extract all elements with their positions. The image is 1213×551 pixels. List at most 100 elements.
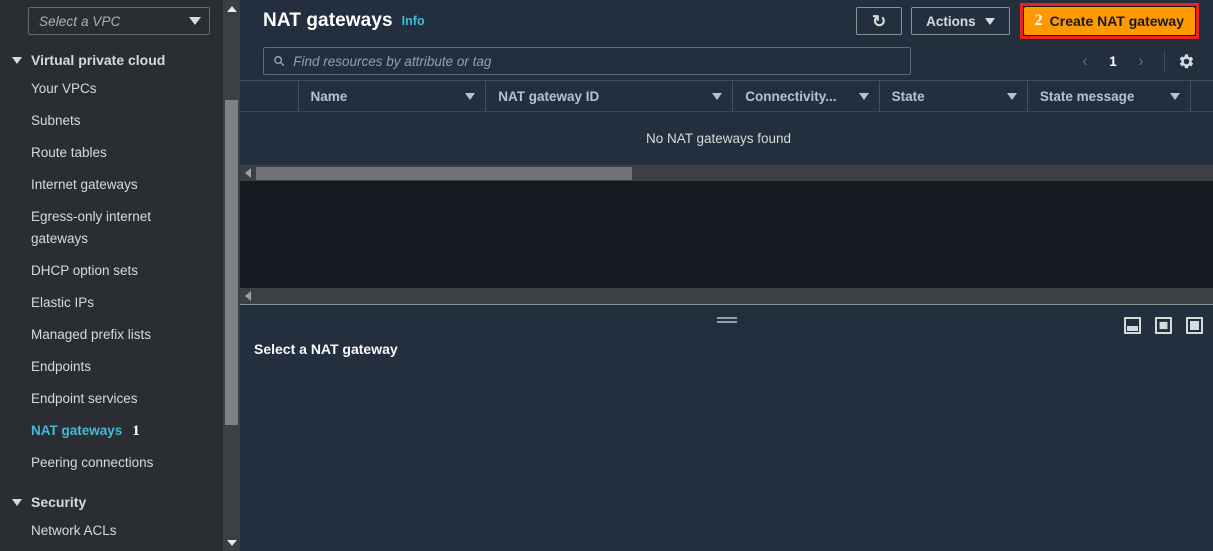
sidebar-item-label: Managed prefix lists: [31, 327, 152, 342]
sidebar-item-subnets[interactable]: Subnets: [0, 105, 205, 137]
sidebar-item-label: Endpoints: [31, 359, 92, 374]
sidebar-item-endpoint-services[interactable]: Endpoint services: [0, 383, 205, 415]
scroll-left-icon[interactable]: [240, 165, 256, 181]
empty-state-message: No NAT gateways found: [645, 131, 792, 146]
table-empty-state: No NAT gateways found: [240, 112, 1213, 165]
sidebar-item-label: Endpoint services: [31, 391, 138, 406]
chevron-left-icon[interactable]: ‹: [1070, 46, 1100, 76]
content-horizontal-scrollbar[interactable]: [240, 288, 1213, 304]
table-header-name[interactable]: Name: [297, 80, 486, 112]
table-header-overflow-col[interactable]: [1189, 80, 1213, 112]
actions-button[interactable]: Actions: [911, 7, 1010, 35]
column-label: Connectivity...: [745, 88, 837, 104]
sidebar-item-elastic-ips[interactable]: Elastic IPs: [0, 287, 205, 319]
scroll-up-icon[interactable]: [223, 0, 240, 17]
sidebar-item-peering-connections[interactable]: Peering connections: [0, 447, 205, 479]
actions-button-label: Actions: [926, 13, 976, 29]
sort-icon: [1006, 92, 1017, 100]
sidebar-group-security[interactable]: Security: [0, 489, 240, 515]
table-header-state-message[interactable]: State message: [1026, 80, 1190, 112]
sidebar-item-network-acls[interactable]: Network ACLs: [0, 515, 205, 547]
sidebar-scrollbar[interactable]: [223, 0, 240, 551]
scroll-left-icon[interactable]: [240, 288, 256, 304]
create-nat-gateway-annotation: 2 Create NAT gateway: [1019, 3, 1199, 39]
column-label: Name: [310, 88, 348, 104]
table-header-nat-gateway-id[interactable]: NAT gateway ID: [485, 80, 732, 112]
sidebar-item-label: Elastic IPs: [31, 295, 95, 310]
sidebar-scrollbar-thumb[interactable]: [225, 100, 238, 425]
main-content: NAT gateways Info ↺ Actions 2 Create NAT…: [240, 0, 1213, 551]
table-header-connectivity[interactable]: Connectivity...: [732, 80, 878, 112]
sidebar-item-label: Internet gateways: [31, 177, 138, 192]
vpc-select[interactable]: Select a VPC: [28, 7, 210, 35]
table-underflow-area: [240, 181, 1213, 288]
table-horizontal-scrollbar[interactable]: [240, 165, 1213, 181]
info-link[interactable]: Info: [402, 14, 425, 28]
column-label: NAT gateway ID: [498, 88, 600, 104]
page-title: NAT gateways: [263, 10, 393, 31]
nat-gateways-table: Name NAT gateway ID Connectivity... Stat…: [240, 80, 1213, 181]
sidebar-item-label: Your VPCs: [31, 81, 97, 96]
pagination: ‹ 1 ›: [1070, 46, 1199, 76]
scroll-down-icon[interactable]: [223, 534, 240, 551]
sidebar-item-security-groups[interactable]: Security groups: [0, 547, 205, 551]
search-icon: ⚲: [269, 51, 289, 71]
column-label: State: [891, 88, 925, 104]
refresh-icon: ↺: [872, 11, 887, 31]
sidebar-item-label: Subnets: [31, 113, 81, 128]
table-toolbar: ⚲ Find resources by attribute or tag ‹ 1…: [240, 42, 1213, 80]
table-header-select-col: [240, 81, 298, 112]
sidebar-item-dhcp-option-sets[interactable]: DHCP option sets: [0, 255, 205, 287]
aws-vpc-console: Select a VPC Virtual private cloud Your …: [0, 0, 1213, 551]
sidebar-item-managed-prefix-lists[interactable]: Managed prefix lists: [0, 319, 205, 351]
sort-icon: [712, 92, 723, 100]
refresh-button[interactable]: ↺: [856, 7, 903, 35]
sidebar-item-endpoints[interactable]: Endpoints: [0, 351, 205, 383]
split-panel: Select a NAT gateway: [240, 304, 1213, 516]
sidebar: Select a VPC Virtual private cloud Your …: [0, 0, 240, 551]
chevron-down-icon: [12, 56, 22, 64]
vpc-selector-wrap: Select a VPC: [0, 0, 240, 35]
column-label: State message: [1039, 88, 1135, 104]
page-number[interactable]: 1: [1100, 46, 1126, 76]
vpc-select-placeholder: Select a VPC: [39, 13, 121, 29]
panel-full-icon[interactable]: [1186, 317, 1203, 334]
sidebar-item-nat-gateways[interactable]: NAT gateways 1: [0, 415, 205, 447]
sidebar-item-label: Network ACLs: [31, 523, 117, 538]
sidebar-item-label: Route tables: [31, 145, 107, 160]
search-input[interactable]: ⚲ Find resources by attribute or tag: [263, 47, 911, 75]
create-nat-gateway-button[interactable]: 2 Create NAT gateway: [1023, 7, 1195, 35]
sort-icon: [858, 92, 869, 100]
chevron-down-icon: [189, 17, 201, 25]
sidebar-group-label: Virtual private cloud: [31, 52, 166, 68]
sidebar-item-route-tables[interactable]: Route tables: [0, 137, 205, 169]
step-marker-1: 1: [132, 423, 140, 439]
chevron-right-icon[interactable]: ›: [1126, 46, 1156, 76]
create-nat-gateway-label: Create NAT gateway: [1049, 13, 1184, 29]
split-panel-title: Select a NAT gateway: [254, 341, 398, 357]
sort-icon: [465, 92, 476, 100]
panel-side-icon[interactable]: [1155, 317, 1172, 334]
drag-handle-icon[interactable]: [240, 317, 1213, 319]
panel-bottom-icon[interactable]: [1124, 317, 1141, 334]
table-header-row: Name NAT gateway ID Connectivity... Stat…: [240, 80, 1213, 112]
sort-icon: [1169, 92, 1180, 100]
sidebar-item-label: Peering connections: [31, 455, 154, 470]
search-placeholder: Find resources by attribute or tag: [293, 53, 492, 69]
sidebar-nav: Virtual private cloud Your VPCs Subnets …: [0, 47, 240, 551]
sidebar-item-internet-gateways[interactable]: Internet gateways: [0, 169, 205, 201]
page-header: NAT gateways Info ↺ Actions 2 Create NAT…: [240, 0, 1213, 42]
sidebar-group-virtual-private-cloud[interactable]: Virtual private cloud: [0, 47, 240, 73]
table-scrollbar-thumb[interactable]: [256, 166, 632, 180]
sidebar-item-your-vpcs[interactable]: Your VPCs: [0, 73, 205, 105]
sidebar-item-label: NAT gateways: [31, 423, 123, 438]
sidebar-item-egress-only-internet-gateways[interactable]: Egress-only internet gateways: [0, 201, 205, 255]
chevron-down-icon: [12, 498, 22, 506]
sidebar-group-label: Security: [31, 494, 87, 510]
split-panel-layout-controls: [1124, 317, 1203, 334]
gear-icon[interactable]: [1173, 46, 1199, 76]
sidebar-item-label: DHCP option sets: [31, 263, 139, 278]
chevron-down-icon: [984, 17, 995, 25]
table-header-state[interactable]: State: [878, 80, 1027, 112]
